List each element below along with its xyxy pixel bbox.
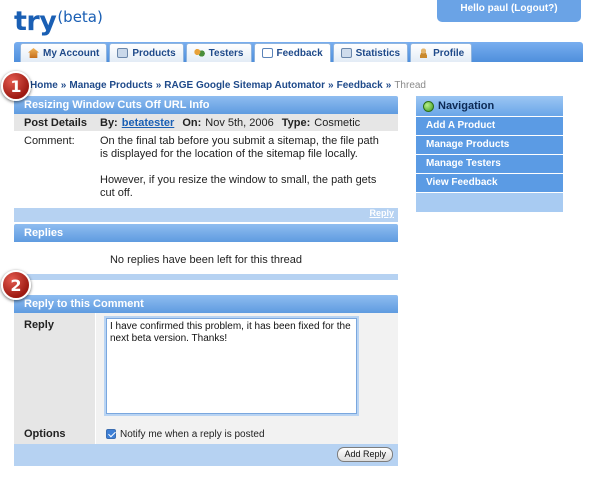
thread-panel: Resizing Window Cuts Off URL Info Post D… [14,96,398,222]
user-icon [418,48,430,58]
breadcrumb-product[interactable]: RAGE Google Sitemap Automator [164,80,325,91]
notify-option: Notify me when a reply is posted [95,424,398,444]
user-greeting[interactable]: Hello paul (Logout?) [437,0,581,22]
reply-label: Reply [14,313,95,424]
navigation-header: Navigation [416,96,563,116]
nav-item-view-feedback[interactable]: View Feedback [416,173,563,192]
tab-profile[interactable]: Profile [410,43,473,62]
logo-text: try [14,6,57,37]
reply-form-footer: Add Reply [14,444,398,466]
tab-label: Products [132,47,176,59]
document-icon [117,48,129,58]
reply-textarea[interactable]: I have confirmed this problem, it has be… [106,318,357,414]
thread-footer: Reply [14,208,398,222]
callout-badge-2: 2 [1,270,31,300]
nav-item-manage-products[interactable]: Manage Products [416,135,563,154]
post-type: Cosmetic [314,116,361,129]
reply-form-title: Reply to this Comment [14,295,398,313]
replies-panel: Replies No replies have been left for th… [14,224,398,280]
tab-label: Statistics [355,47,401,59]
comment-paragraph: However, if you resize the window to sma… [100,174,377,199]
nav-item-manage-testers[interactable]: Manage Testers [416,154,563,173]
navigation-title: Navigation [438,100,495,112]
tab-feedback[interactable]: Feedback [253,43,331,62]
reply-form-panel: Reply to this Comment Reply I have confi… [14,295,398,466]
thread-title: Resizing Window Cuts Off URL Info [14,96,398,114]
tab-my-account[interactable]: My Account [20,43,108,62]
nav-item-add-product[interactable]: Add A Product [416,116,563,135]
replies-empty-message: No replies have been left for this threa… [14,242,398,280]
post-details-value: By: betatester On: Nov 5th, 2006 Type: C… [100,117,360,129]
breadcrumb-separator: » [60,80,67,91]
breadcrumb-current: Thread [394,80,426,91]
logo-beta-text: (beta) [57,8,103,26]
callout-badge-1: 1 [1,71,31,101]
comment-text: On the final tab before you submit a sit… [100,135,380,200]
reply-row: Reply I have confirmed this problem, it … [14,313,398,424]
notify-label[interactable]: Notify me when a reply is posted [120,429,265,440]
app-logo[interactable]: try(beta) [14,6,103,37]
breadcrumb-manage-products[interactable]: Manage Products [69,80,152,91]
replies-title: Replies [14,224,398,242]
breadcrumb-separator: » [328,80,334,91]
by-label: By: [100,116,118,129]
navigation-panel: Navigation Add A Product Manage Products… [416,96,563,212]
people-icon [193,48,205,58]
navigation-globe-icon [423,100,434,112]
home-icon [28,48,39,58]
on-label: On: [182,116,202,129]
reply-input-cell: I have confirmed this problem, it has be… [95,313,398,424]
reply-link[interactable]: Reply [369,208,394,218]
comment-row: Comment: On the final tab before you sub… [14,132,398,208]
tab-label: Feedback [276,47,323,59]
post-date: Nov 5th, 2006 [205,116,274,129]
breadcrumb-separator: » [385,80,392,91]
post-details-row: Post Details By: betatester On: Nov 5th,… [14,114,398,132]
tab-label: Testers [208,47,244,59]
chat-icon [261,48,273,58]
add-reply-button[interactable]: Add Reply [337,447,393,462]
notify-checkbox[interactable] [106,429,116,439]
options-label: Options [14,424,95,444]
breadcrumb-separator: » [155,80,162,91]
main-tabs: My Account Products Testers Feedback Sta… [20,43,473,62]
comment-label: Comment: [24,135,75,147]
tab-testers[interactable]: Testers [185,43,252,62]
options-row: Options Notify me when a reply is posted [14,424,398,444]
navigation-footer [416,192,563,212]
chart-icon [340,48,352,58]
breadcrumb-home[interactable]: Home [30,80,58,91]
tab-label: My Account [43,47,100,59]
author-link[interactable]: betatester [122,117,175,129]
breadcrumb-feedback[interactable]: Feedback [337,80,383,91]
type-label: Type: [281,116,311,129]
tab-label: Profile [433,47,465,59]
post-details-label: Post Details [24,116,87,129]
breadcrumb: Home» Manage Products» RAGE Google Sitemap… [30,80,426,91]
tab-statistics[interactable]: Statistics [332,43,409,62]
tab-products[interactable]: Products [109,43,184,62]
comment-paragraph: On the final tab before you submit a sit… [100,135,379,160]
